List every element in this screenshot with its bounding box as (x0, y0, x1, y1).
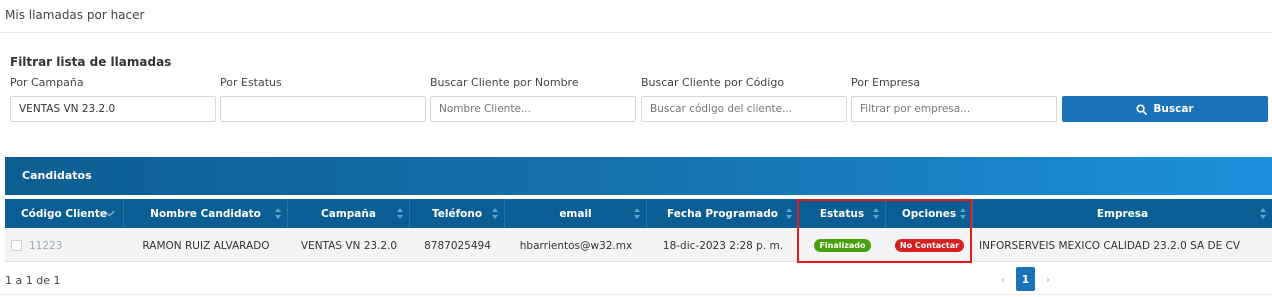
status-filter-label: Por Estatus (220, 76, 282, 89)
record-count: 1 a 1 de 1 (5, 274, 61, 287)
sort-icon (492, 208, 498, 219)
sort-icon (786, 208, 792, 219)
sort-icon (397, 208, 403, 219)
client-name-filter-label: Buscar Cliente por Nombre (430, 76, 579, 89)
column-header-scheduled-date[interactable]: Fecha Programado (647, 199, 799, 228)
pagination: ‹ 1 › (994, 267, 1057, 291)
filter-heading: Filtrar lista de llamadas (10, 55, 172, 69)
column-header-email[interactable]: email (505, 199, 647, 228)
row-select-checkbox[interactable] (11, 240, 22, 251)
search-button[interactable]: Buscar (1062, 96, 1268, 122)
title-divider (0, 32, 1272, 33)
column-header-campaign[interactable]: Campaña (288, 199, 410, 228)
column-header-candidate-name[interactable]: Nombre Candidato (124, 199, 288, 228)
candidates-panel-header: Candidatos (5, 157, 1272, 195)
candidates-panel-title: Candidatos (22, 169, 92, 182)
company-cell: INFORSERVEIS MEXICO CALIDAD 23.2.0 SA DE… (979, 239, 1241, 252)
table-header: Código Cliente Nombre Candidato Campaña … (5, 199, 1272, 228)
email-cell: hbarrientos@w32.mx (519, 239, 633, 252)
client-code-link[interactable]: 11223 (29, 240, 62, 252)
campaign-filter-label: Por Campaña (10, 76, 84, 89)
scheduled-date-cell: 18-dic-2023 2:28 p. m. (662, 239, 784, 252)
client-code-search-input[interactable] (641, 96, 847, 122)
page-number-button[interactable]: 1 (1016, 267, 1035, 291)
client-name-search-input[interactable] (430, 96, 636, 122)
search-button-label: Buscar (1153, 103, 1194, 115)
sort-icon (1260, 208, 1266, 219)
column-header-company[interactable]: Empresa (973, 199, 1272, 228)
candidate-name-cell: RAMON RUIZ ALVARADO (142, 239, 270, 252)
previous-page-button[interactable]: ‹ (994, 267, 1012, 291)
column-header-phone[interactable]: Teléfono (410, 199, 505, 228)
client-code-filter-label: Buscar Cliente por Código (641, 76, 785, 89)
client-code-cell: 11223 (5, 229, 124, 262)
table-row[interactable]: 11223 RAMON RUIZ ALVARADO VENTAS VN 23.2… (5, 229, 1272, 262)
company-filter-input[interactable] (851, 96, 1057, 122)
next-page-button[interactable]: › (1039, 267, 1057, 291)
campaign-cell: VENTAS VN 23.2.0 (300, 239, 398, 252)
company-filter-label: Por Empresa (851, 76, 921, 89)
search-icon (1136, 103, 1148, 115)
sort-icon (634, 208, 640, 219)
page-title: Mis llamadas por hacer (5, 8, 145, 22)
column-header-client-code[interactable]: Código Cliente (5, 199, 124, 228)
table-footer: 1 a 1 de 1 ‹ 1 › (0, 264, 1272, 295)
highlight-box (797, 199, 972, 263)
campaign-filter-input[interactable] (10, 96, 216, 122)
status-filter-input[interactable] (220, 96, 426, 122)
sort-icon (275, 208, 281, 219)
phone-cell: 8787025494 (424, 239, 491, 252)
